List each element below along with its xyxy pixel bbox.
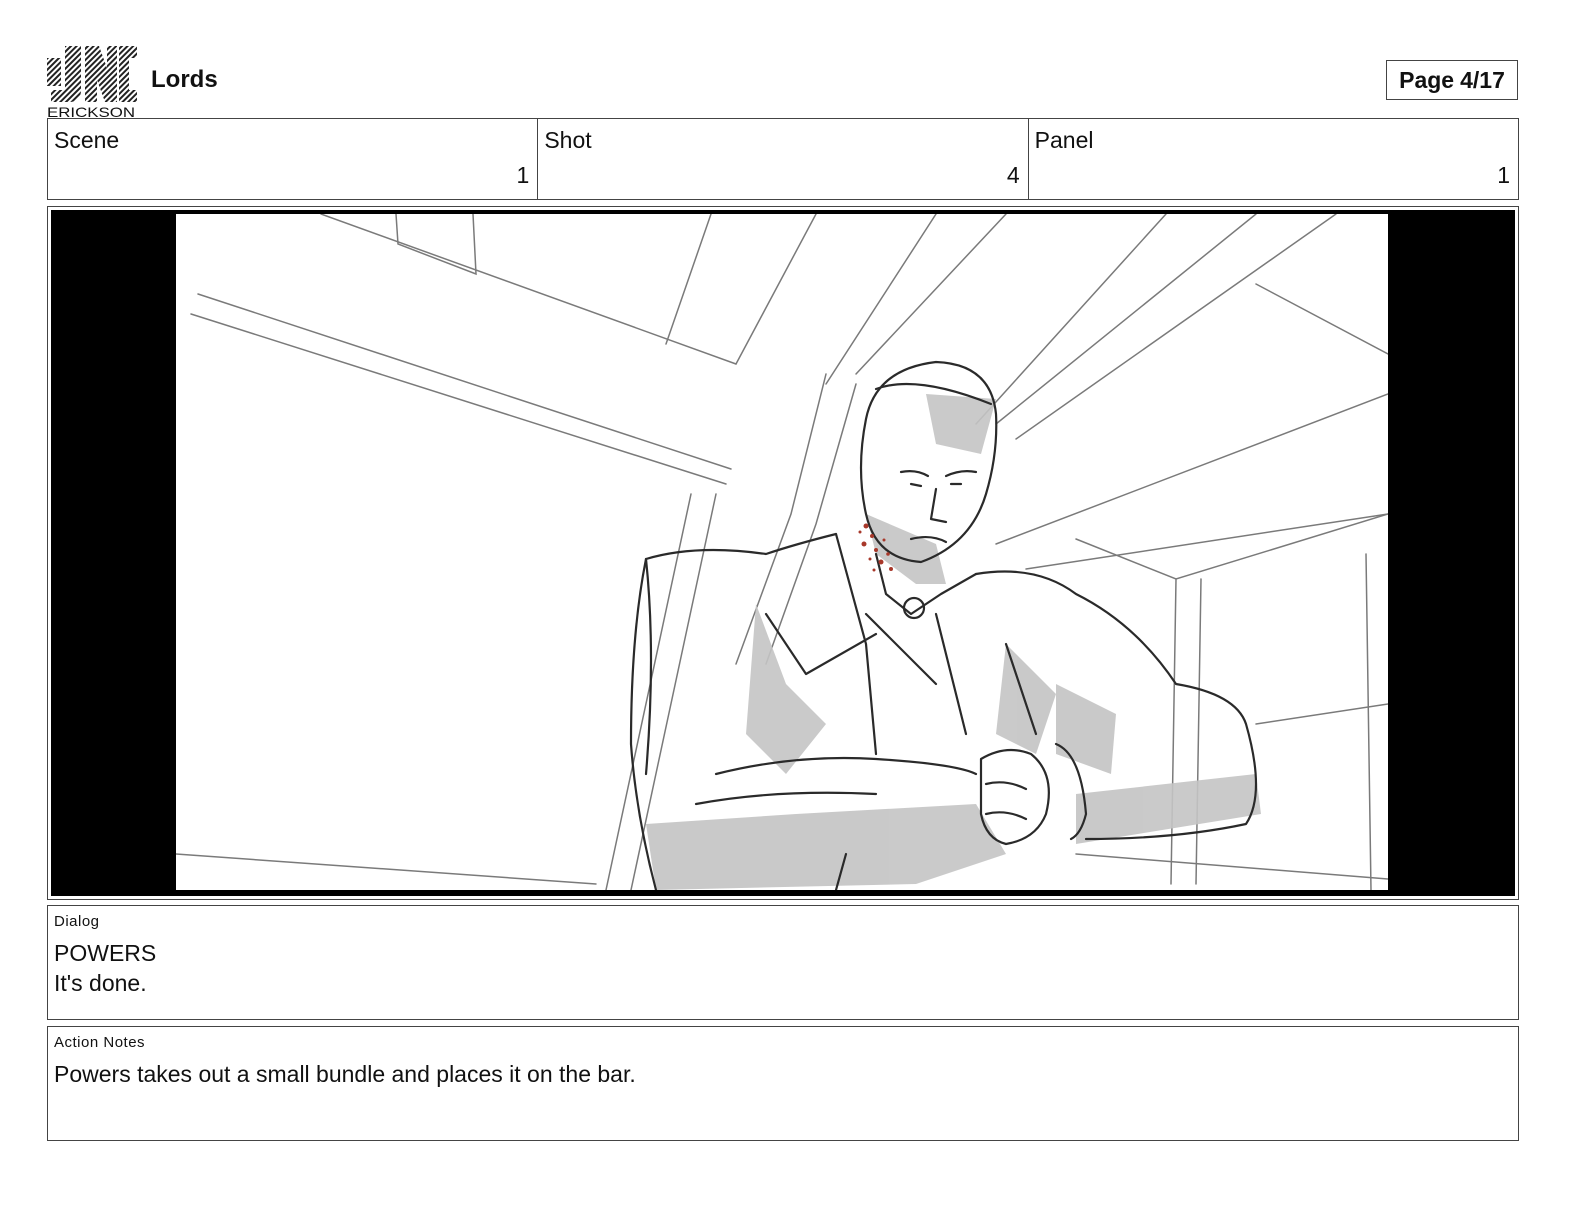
logo-text: ERICKSON [47, 104, 135, 118]
dialog-character: POWERS [54, 940, 157, 966]
scene-label: Scene [54, 127, 120, 153]
sketch-drawing [176, 214, 1388, 890]
dialog-line: It's done. [54, 970, 147, 996]
logo: ERICKSON [47, 46, 137, 120]
dialog-box: Dialog POWERS It's done. [47, 905, 1519, 1020]
panel-info-row: Scene 1 Shot 4 Panel 1 [47, 118, 1519, 200]
panel-cell: Panel 1 [1027, 119, 1518, 199]
dialog-text: POWERS It's done. [54, 938, 156, 998]
scene-value: 1 [516, 162, 530, 188]
page-indicator: Page 4/17 [1386, 60, 1518, 100]
page-number: 4/17 [1460, 66, 1505, 93]
shot-value: 4 [1006, 162, 1020, 188]
action-notes-label: Action Notes [54, 1034, 146, 1051]
scene-cell: Scene 1 [48, 119, 537, 199]
panel-value: 1 [1497, 162, 1510, 188]
logo-mark: ERICKSON [47, 46, 137, 120]
storyboard-title: Lords [151, 66, 218, 93]
letterbox [51, 210, 1515, 896]
action-notes-text: Powers takes out a small bundle and plac… [54, 1061, 636, 1087]
page-label: Page [1399, 66, 1455, 93]
shot-label: Shot [544, 127, 592, 153]
action-notes-box: Action Notes Powers takes out a small bu… [47, 1026, 1519, 1141]
panel-label: Panel [1034, 127, 1094, 153]
sketch-image [176, 214, 1388, 890]
storyboard-frame [47, 206, 1519, 900]
shot-cell: Shot 4 [537, 119, 1027, 199]
dialog-label: Dialog [54, 913, 100, 930]
